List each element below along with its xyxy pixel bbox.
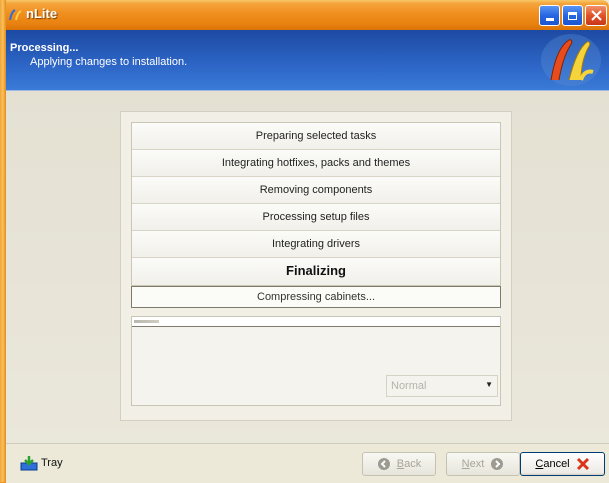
priority-dropdown[interactable]: Normal ▼ xyxy=(386,375,498,397)
back-label: Back xyxy=(396,458,422,470)
page-title: Processing... xyxy=(10,42,79,54)
next-arrow-icon xyxy=(491,458,504,470)
close-window-button[interactable] xyxy=(585,5,607,26)
chevron-down-icon: ▼ xyxy=(485,380,493,389)
header-panel: Processing... Applying changes to instal… xyxy=(6,30,609,91)
window-title: nLite xyxy=(26,6,58,21)
tray-button[interactable]: Tray xyxy=(20,455,63,471)
tray-label: Tray xyxy=(41,457,63,469)
maximize-button[interactable] xyxy=(562,5,583,26)
close-icon xyxy=(590,10,602,21)
progress-bar-fill xyxy=(134,320,159,323)
page-subtitle: Applying changes to installation. xyxy=(30,56,188,68)
cancel-button[interactable]: Cancel xyxy=(520,452,605,476)
status-text-box: Compressing cabinets... xyxy=(131,286,501,308)
task-item: Removing components xyxy=(132,177,500,204)
minimize-button[interactable] xyxy=(539,5,560,26)
tray-icon xyxy=(20,456,38,471)
back-arrow-icon xyxy=(377,458,390,470)
task-item: Integrating hotfixes, packs and themes xyxy=(132,150,500,177)
task-item-current: Finalizing xyxy=(132,258,500,285)
task-list: Preparing selected tasks Integrating hot… xyxy=(131,122,501,286)
nlite-logo xyxy=(541,34,601,86)
content-area: Preparing selected tasks Integrating hot… xyxy=(6,91,609,443)
progress-bar xyxy=(132,317,500,327)
task-item: Integrating drivers xyxy=(132,231,500,258)
nlite-app-icon xyxy=(9,9,22,21)
nlite-window: nLite Processing... Applying changes to … xyxy=(0,0,609,483)
task-item: Preparing selected tasks xyxy=(132,123,500,150)
cancel-label: Cancel xyxy=(535,458,570,470)
log-area: Normal ▼ xyxy=(131,316,501,406)
title-bar[interactable]: nLite xyxy=(0,0,609,30)
cancel-x-icon xyxy=(576,457,589,471)
next-button[interactable]: Next xyxy=(446,452,520,476)
next-label: Next xyxy=(461,458,485,470)
back-button[interactable]: Back xyxy=(362,452,436,476)
footer-bar: Tray Back Next Cancel xyxy=(6,443,609,483)
minimize-icon xyxy=(545,18,554,21)
processing-panel: Preparing selected tasks Integrating hot… xyxy=(120,111,512,421)
maximize-icon xyxy=(568,11,577,20)
priority-value: Normal xyxy=(391,380,427,392)
task-item: Processing setup files xyxy=(132,204,500,231)
